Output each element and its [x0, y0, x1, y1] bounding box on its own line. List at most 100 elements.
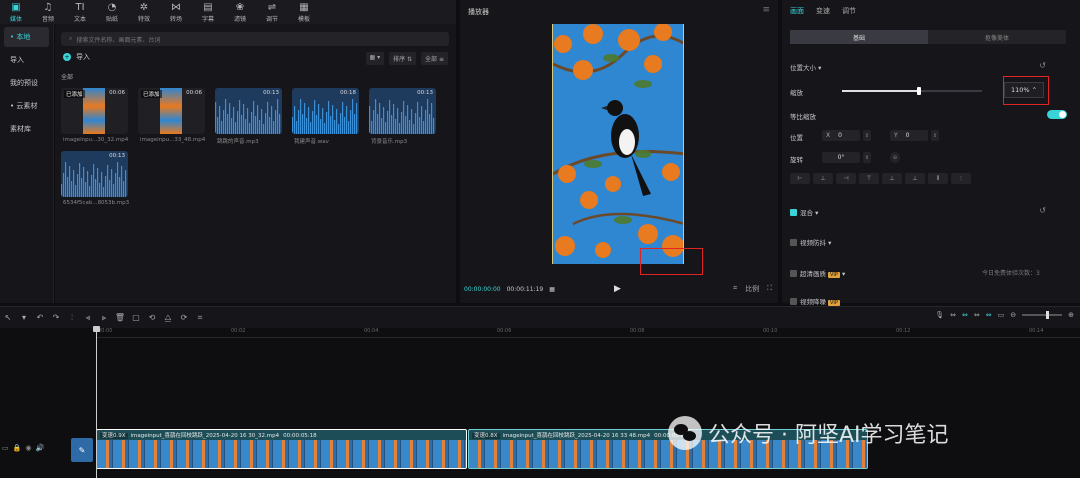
leftnav-item-4[interactable]: 素材库: [4, 119, 49, 139]
undo-icon[interactable]: ↶: [32, 313, 48, 322]
snap-icon[interactable]: ⇔: [974, 311, 980, 319]
toolbar-item-0[interactable]: ▣ 媒体: [0, 0, 32, 24]
mic-icon[interactable]: 🎙: [935, 311, 944, 319]
toolbar-item-5[interactable]: ⋈ 转场: [160, 0, 192, 24]
video-thumbnail: [83, 88, 105, 134]
align-button-5[interactable]: ⊥: [905, 173, 925, 184]
inspector-tab-2[interactable]: 调节: [842, 6, 856, 16]
blend-section[interactable]: 混合 ▾: [790, 207, 818, 217]
ratio-button[interactable]: 比例: [745, 284, 759, 294]
media-item[interactable]: 00:13: [215, 88, 282, 134]
track-hide-icon[interactable]: ▭: [2, 444, 9, 452]
menu-icon[interactable]: ≡: [762, 5, 770, 15]
denoise-section[interactable]: 视频降噪 VIP: [790, 296, 840, 306]
media-item[interactable]: 已添加 00:06: [61, 88, 128, 134]
main-track-magnet-icon[interactable]: ⇔: [962, 311, 968, 319]
leftnav-item-1[interactable]: 导入: [4, 50, 49, 70]
toolbar-item-7[interactable]: ❀ 滤镜: [224, 0, 256, 24]
media-item[interactable]: 00:13: [61, 151, 128, 197]
freeze-icon[interactable]: ▢: [128, 313, 144, 322]
rotate-stepper[interactable]: ⇕: [863, 152, 871, 163]
toolbar-item-label: 贴纸: [105, 15, 118, 23]
crop-tool-icon[interactable]: ⌗: [192, 313, 208, 323]
grid-icon[interactable]: ▦: [549, 286, 555, 293]
toolbar-item-3[interactable]: ◔ 贴纸: [96, 0, 128, 24]
align-button-2[interactable]: ⊣: [836, 173, 856, 184]
toolbar-item-2[interactable]: TI 文本: [64, 0, 96, 24]
position-size-section[interactable]: 位置大小 ▾: [790, 62, 821, 72]
media-item-name: imageinpu...33_48.mp4: [140, 137, 206, 143]
playhead[interactable]: [93, 326, 100, 478]
scale-slider[interactable]: [842, 87, 982, 95]
stabilize-section[interactable]: 视频防抖 ▾: [790, 237, 831, 247]
toolbar-item-1[interactable]: ♫ 音频: [32, 0, 64, 24]
pos-y-stepper[interactable]: ⇕: [931, 130, 939, 141]
toolbar-item-6[interactable]: ▤ 字幕: [192, 0, 224, 24]
linkage-icon[interactable]: ⇔: [986, 311, 992, 319]
sort-button[interactable]: 排序 ⇅: [389, 52, 417, 65]
video-clip[interactable]: 变速0.9X imageinput_喜鹊在回枝跳跃_2025-04-20 16 3…: [96, 429, 467, 469]
inspector-subtab-1[interactable]: 抠像美体: [928, 30, 1066, 44]
split-icon[interactable]: ⫶: [64, 313, 80, 323]
zoom-out-icon[interactable]: ⊖: [1010, 311, 1016, 319]
pos-y-field[interactable]: Y0: [890, 130, 928, 141]
media-icon: ▣: [11, 1, 21, 13]
leftnav-item-3[interactable]: • 云素材: [4, 96, 49, 116]
toolbar-item-4[interactable]: ✲ 特效: [128, 0, 160, 24]
reverse-icon[interactable]: ⟲: [144, 313, 160, 322]
align-button-4[interactable]: ⊥: [882, 173, 902, 184]
lock-icon[interactable]: 🔒: [13, 444, 22, 452]
zoom-slider[interactable]: [1022, 311, 1063, 319]
enhance-section[interactable]: 超清画质 VIP ▾: [790, 268, 845, 278]
media-search-input[interactable]: ⌕ 搜索文件名称、画面元素、台词: [61, 32, 449, 46]
media-item[interactable]: 00:18: [292, 88, 359, 134]
toolbar-item-label: 滤镜: [233, 15, 246, 23]
chevron-down-icon[interactable]: ▾: [16, 313, 32, 322]
fullscreen-icon[interactable]: ⛶: [767, 284, 772, 294]
leftnav-item-0[interactable]: • 本地: [4, 27, 49, 47]
cover-edit-button[interactable]: ✎: [71, 438, 93, 462]
delete-icon[interactable]: 🗑: [112, 313, 128, 322]
eye-icon[interactable]: ◉: [25, 444, 31, 452]
media-item[interactable]: 已添加 00:06: [138, 88, 205, 134]
align-button-0[interactable]: ⊢: [790, 173, 810, 184]
zoom-in-icon[interactable]: ⊕: [1068, 311, 1074, 319]
align-button-7[interactable]: ⫶: [951, 173, 971, 184]
reset-icon-blend[interactable]: ↺: [1039, 206, 1046, 215]
preview-axis-icon[interactable]: ▭: [998, 311, 1005, 319]
inspector-tab-0[interactable]: 画面: [790, 6, 804, 16]
mirror-icon[interactable]: ⧋: [160, 313, 176, 323]
preview-frame[interactable]: [552, 24, 684, 264]
select-tool-icon[interactable]: ↖: [0, 313, 16, 322]
rotate-icon[interactable]: ⟳: [176, 313, 192, 322]
link-icon[interactable]: ⇔: [950, 311, 956, 319]
pos-x-stepper[interactable]: ⇕: [863, 130, 871, 141]
toolbar-item-label: 转场: [169, 15, 182, 23]
audio-toggle-icon[interactable]: 🔊: [35, 444, 44, 452]
magpie-persimmon-image: [553, 24, 683, 264]
leftnav-item-2[interactable]: 我的预设: [4, 73, 49, 93]
crop-icon[interactable]: ⌗: [733, 284, 737, 294]
toolbar-item-9[interactable]: ▦ 模板: [288, 0, 320, 24]
split-right-icon[interactable]: ⫸: [96, 313, 112, 323]
align-button-3[interactable]: ⊤: [859, 173, 879, 184]
play-icon[interactable]: ▶: [614, 284, 621, 294]
reset-icon[interactable]: ↺: [1039, 61, 1046, 70]
align-button-1[interactable]: ⊥: [813, 173, 833, 184]
view-mode-button[interactable]: ▦ ▾: [365, 52, 385, 65]
split-left-icon[interactable]: ⫷: [80, 313, 96, 323]
filter-button[interactable]: 全部 ≡: [421, 52, 448, 65]
redo-icon[interactable]: ↷: [48, 313, 64, 322]
rotate-field[interactable]: 0°: [822, 152, 860, 163]
inspector-tab-1[interactable]: 变速: [816, 6, 830, 16]
inspector-subtab-0[interactable]: 基础: [790, 30, 928, 44]
uniform-scale-toggle[interactable]: [1047, 110, 1067, 119]
align-button-6[interactable]: ⫴: [928, 173, 948, 184]
toolbar-item-8[interactable]: ⇌ 调节: [256, 0, 288, 24]
time-ruler[interactable]: 00:00 00:02 00:04 00:06 00:08 00:10 00:12 00:14: [96, 328, 1080, 338]
search-placeholder: 搜索文件名称、画面元素、台词: [76, 36, 161, 44]
import-button[interactable]: + 导入: [63, 52, 90, 62]
flip-button[interactable]: ⊖: [890, 152, 900, 163]
media-item[interactable]: 00:13: [369, 88, 436, 134]
pos-x-field[interactable]: X0: [822, 130, 860, 141]
